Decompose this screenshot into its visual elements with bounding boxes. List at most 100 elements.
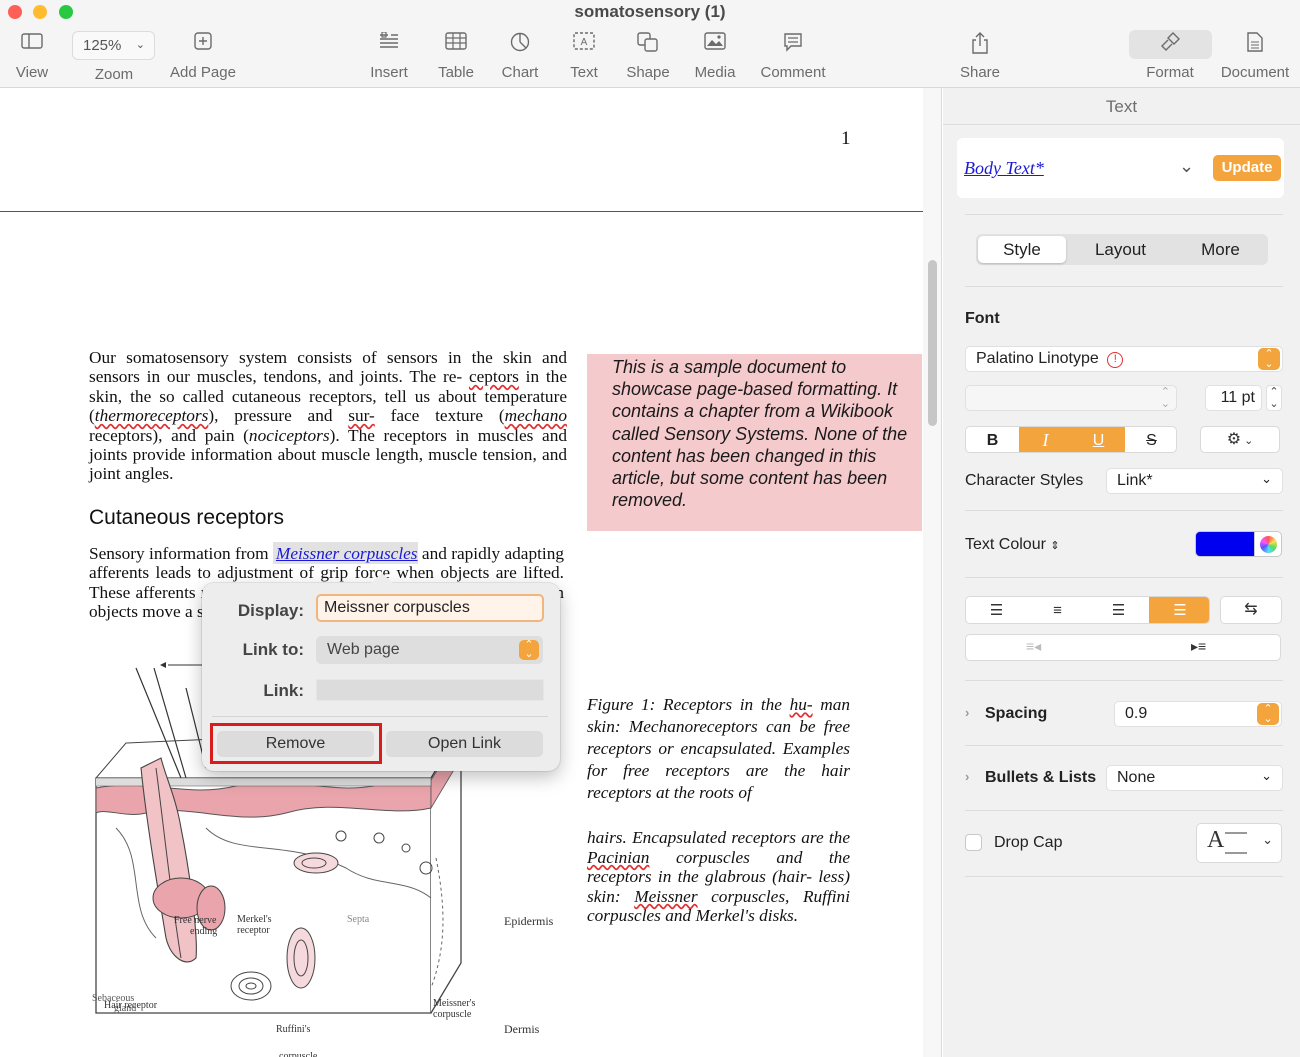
document-button[interactable]: Document — [1216, 32, 1294, 81]
underline-button[interactable]: U — [1072, 427, 1125, 452]
advanced-text-options-button[interactable]: ⚙ ⌄ — [1200, 426, 1280, 453]
label-merkels: Merkel's — [237, 914, 272, 925]
sidebar-icon — [8, 32, 56, 58]
up-down-chevron-icon: ⇕ — [1050, 540, 1060, 552]
tab-more[interactable]: More — [1175, 236, 1266, 263]
separator — [965, 680, 1283, 681]
sample-note-textbox[interactable]: This is a sample document to showcase pa… — [587, 354, 922, 531]
up-down-chevron-icon: ⌃ ⌄ — [1160, 386, 1170, 410]
table-icon — [434, 32, 478, 58]
align-right-icon[interactable]: ☰ — [1088, 597, 1149, 623]
align-left-icon[interactable]: ☰ — [966, 597, 1027, 623]
separator — [965, 286, 1283, 287]
font-size-value: 11 pt — [1220, 389, 1255, 406]
label-free-nerve: Free nerve — [174, 915, 217, 926]
spacing-disclosure[interactable]: › Spacing — [965, 705, 1047, 723]
insert-label: Insert — [370, 64, 408, 81]
shape-button[interactable]: Shape — [624, 32, 672, 81]
view-button[interactable]: View — [8, 32, 56, 81]
table-button[interactable]: Table — [434, 32, 478, 81]
link-label: Link: — [263, 681, 304, 700]
link-to-dropdown[interactable]: Web page ⌃ ⌄ — [316, 636, 543, 664]
character-style-dropdown[interactable]: Link* ⌄ — [1106, 468, 1283, 494]
font-size-stepper[interactable]: ⌃ ⌄ — [1266, 385, 1282, 411]
share-label: Share — [959, 64, 1001, 81]
spacing-value: 0.9 — [1125, 705, 1148, 722]
drop-cap-preview-icon: A — [1207, 827, 1225, 853]
chevron-down-icon: ⌄ — [1179, 156, 1195, 176]
paintbrush-icon — [1140, 32, 1200, 58]
format-button[interactable]: Format — [1140, 32, 1200, 81]
tab-layout[interactable]: Layout — [1068, 236, 1173, 263]
bullets-lists-disclosure[interactable]: › Bullets & Lists — [965, 769, 1096, 787]
svg-text:A: A — [581, 37, 588, 48]
justify-icon[interactable]: ☰ — [1149, 597, 1209, 623]
format-inspector: Text Body Text* ⌄ Update Style Layout Mo… — [943, 88, 1300, 1057]
text-inspector-tabs: Style Layout More — [976, 234, 1268, 265]
separator — [965, 510, 1283, 511]
label-ending: ending — [190, 926, 218, 937]
insert-button[interactable]: Insert — [365, 31, 413, 81]
label-dermis: Dermis — [504, 1022, 540, 1036]
zoom-label-wrap: . Zoom — [88, 34, 140, 83]
label-hair-receptor: Hair receptor — [104, 1000, 158, 1011]
label-ruffinis: Ruffini's — [276, 1024, 311, 1035]
scrollbar-thumb[interactable] — [928, 260, 937, 426]
media-button[interactable]: Media — [692, 32, 738, 81]
update-style-button[interactable]: Update — [1213, 155, 1281, 181]
colour-wheel-button[interactable] — [1254, 531, 1282, 557]
bold-button[interactable]: B — [966, 427, 1019, 452]
document-canvas[interactable]: 1 Our somatosensory system consists of s… — [0, 88, 923, 1057]
share-icon — [958, 32, 1002, 58]
chart-label: Chart — [501, 64, 539, 81]
italic-button[interactable]: I — [1019, 427, 1072, 452]
font-size-field[interactable]: 11 pt — [1205, 385, 1262, 411]
meissner-link[interactable]: Meissner corpuscles — [276, 544, 418, 563]
decrease-indent-icon[interactable]: ≡◂ — [1026, 638, 1041, 655]
page-number: 1 — [841, 128, 851, 149]
warning-circle-icon: ! — [1107, 352, 1124, 368]
paragraph-style-selector[interactable]: Body Text* ⌄ Update — [957, 138, 1284, 198]
text-colour-swatch[interactable] — [1195, 531, 1255, 557]
chart-button[interactable]: Chart — [498, 32, 542, 81]
font-family-dropdown[interactable]: Palatino Linotype ! ⌃ ⌄ — [965, 346, 1283, 372]
shape-icon — [624, 32, 672, 58]
open-link-button[interactable]: Open Link — [386, 731, 543, 757]
section-heading[interactable]: Cutaneous receptors — [89, 506, 284, 530]
figure-caption-1[interactable]: Figure 1: Receptors in the hu- man skin:… — [587, 694, 850, 804]
text-direction-button[interactable]: ⇆ — [1220, 596, 1282, 624]
indent-buttons: ≡◂ ▸≡ — [965, 634, 1281, 661]
increase-indent-icon[interactable]: ▸≡ — [1191, 638, 1206, 655]
share-button[interactable]: Share — [958, 32, 1002, 81]
pages-window: somatosensory (1) View 125% ⌄ . Zoom Add… — [0, 0, 1300, 1057]
link-to-value: Web page — [327, 641, 400, 658]
strikethrough-button[interactable]: S — [1125, 427, 1176, 452]
paragraph-style-name: Body Text* — [964, 158, 1044, 178]
font-family-value: Palatino Linotype — [976, 350, 1099, 367]
drop-cap-style-dropdown[interactable]: A ⌄ — [1196, 823, 1282, 863]
popover-divider — [212, 716, 548, 717]
display-text-field[interactable]: Meissner corpuscles — [316, 594, 544, 622]
typeface-dropdown[interactable]: ⌃ ⌄ — [965, 385, 1177, 411]
body-paragraph-1[interactable]: Our somatosensory system consists of sen… — [89, 348, 567, 484]
figure-caption-2[interactable]: hairs. Encapsulated receptors are the Pa… — [587, 828, 850, 926]
separator — [965, 745, 1283, 746]
text-box-icon: A — [564, 32, 604, 58]
align-center-icon[interactable]: ≡ — [1027, 597, 1088, 623]
comment-button[interactable]: Comment — [758, 32, 828, 81]
document-scrollbar[interactable] — [923, 88, 942, 1057]
tab-style[interactable]: Style — [978, 236, 1066, 263]
insert-list-icon — [365, 31, 413, 58]
format-label: Format — [1146, 64, 1194, 81]
text-button[interactable]: A Text — [564, 32, 604, 81]
spacing-dropdown[interactable]: 0.9 ⌃ ⌄ — [1114, 701, 1282, 727]
media-label: Media — [694, 64, 736, 81]
bullets-dropdown[interactable]: None ⌄ — [1106, 765, 1283, 791]
separator — [965, 577, 1283, 578]
text-colour-label[interactable]: Text Colour ⇕ — [965, 536, 1060, 554]
link-url-field[interactable] — [316, 679, 544, 701]
display-label: Display: — [237, 601, 304, 620]
add-page-button[interactable]: Add Page — [168, 32, 238, 81]
separator — [965, 876, 1283, 877]
drop-cap-checkbox[interactable] — [965, 834, 982, 851]
